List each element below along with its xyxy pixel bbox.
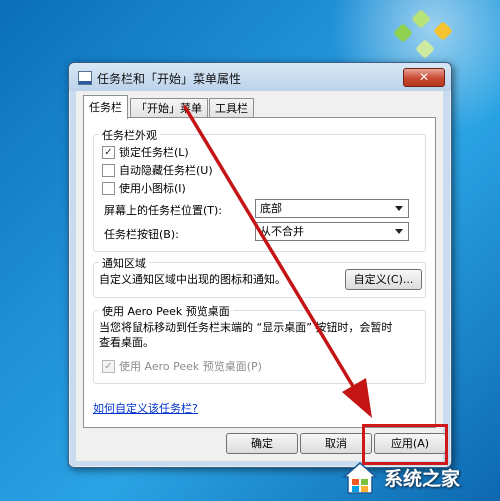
checkbox-label: 自动隐藏任务栏(U) bbox=[119, 164, 213, 177]
group-label: 使用 Aero Peek 预览桌面 bbox=[99, 303, 233, 319]
checkbox-box: ✓ bbox=[102, 145, 115, 159]
chevron-down-icon bbox=[395, 229, 403, 234]
watermark-house-icon bbox=[340, 459, 380, 495]
group-label: 任务栏外观 bbox=[99, 127, 160, 143]
tab-start-menu[interactable]: 「开始」菜单 bbox=[130, 98, 208, 118]
small-icons-checkbox[interactable]: 使用小图标(I) bbox=[102, 180, 186, 196]
checkbox-label: 使用小图标(I) bbox=[119, 182, 186, 195]
dropdown-value: 从不合并 bbox=[260, 225, 304, 238]
taskbar-location-dropdown[interactable]: 底部 bbox=[255, 199, 409, 218]
dialog-title: 任务栏和「开始」菜单属性 bbox=[97, 72, 242, 86]
aero-peek-description: 当您将鼠标移动到任务栏末端的 “显示桌面” 按钮时，会暂时查看桌面。 bbox=[99, 321, 393, 349]
checkbox-box bbox=[102, 181, 115, 195]
checkbox-box: ✓ bbox=[102, 359, 115, 373]
tab-toolbars[interactable]: 工具栏 bbox=[209, 98, 254, 118]
group-label: 通知区域 bbox=[99, 255, 149, 271]
watermark: 系统之家 bbox=[340, 455, 498, 499]
taskbar-buttons-dropdown[interactable]: 从不合并 bbox=[255, 222, 409, 241]
watermark-text: 系统之家 bbox=[384, 467, 461, 490]
taskbar-app-icon bbox=[78, 71, 92, 85]
dialog-client-area: 任务栏 「开始」菜单 工具栏 任务栏外观 ✓ 锁定任务栏(L) 自动隐藏任务栏(… bbox=[76, 91, 446, 461]
dropdown-value: 底部 bbox=[260, 202, 282, 215]
close-button[interactable]: ✕ bbox=[403, 68, 445, 87]
tab-taskbar[interactable]: 任务栏 bbox=[83, 95, 128, 119]
tab-panel-taskbar: 任务栏外观 ✓ 锁定任务栏(L) 自动隐藏任务栏(U) 使用小图标(I) 屏幕上… bbox=[83, 117, 436, 428]
customize-notifications-button[interactable]: 自定义(C)... bbox=[345, 269, 422, 290]
taskbar-properties-dialog: 任务栏和「开始」菜单属性 ✕ 任务栏 「开始」菜单 工具栏 任务栏外观 ✓ 锁定… bbox=[68, 62, 452, 468]
notification-description: 自定义通知区域中出现的图标和通知。 bbox=[99, 273, 286, 286]
ok-button[interactable]: 确定 bbox=[226, 433, 298, 454]
autohide-taskbar-checkbox[interactable]: 自动隐藏任务栏(U) bbox=[102, 162, 213, 178]
title-bar[interactable]: 任务栏和「开始」菜单属性 ✕ bbox=[69, 63, 451, 91]
aero-peek-checkbox[interactable]: ✓ 使用 Aero Peek 预览桌面(P) bbox=[102, 358, 262, 374]
taskbar-buttons-label: 任务栏按钮(B): bbox=[104, 228, 179, 241]
lock-taskbar-checkbox[interactable]: ✓ 锁定任务栏(L) bbox=[102, 144, 189, 160]
checkbox-label: 使用 Aero Peek 预览桌面(P) bbox=[119, 360, 262, 373]
customize-taskbar-help-link[interactable]: 如何自定义该任务栏? bbox=[93, 400, 198, 416]
taskbar-location-label: 屏幕上的任务栏位置(T): bbox=[104, 204, 223, 217]
checkbox-label: 锁定任务栏(L) bbox=[119, 146, 189, 159]
checkbox-box bbox=[102, 163, 115, 177]
chevron-down-icon bbox=[395, 206, 403, 211]
